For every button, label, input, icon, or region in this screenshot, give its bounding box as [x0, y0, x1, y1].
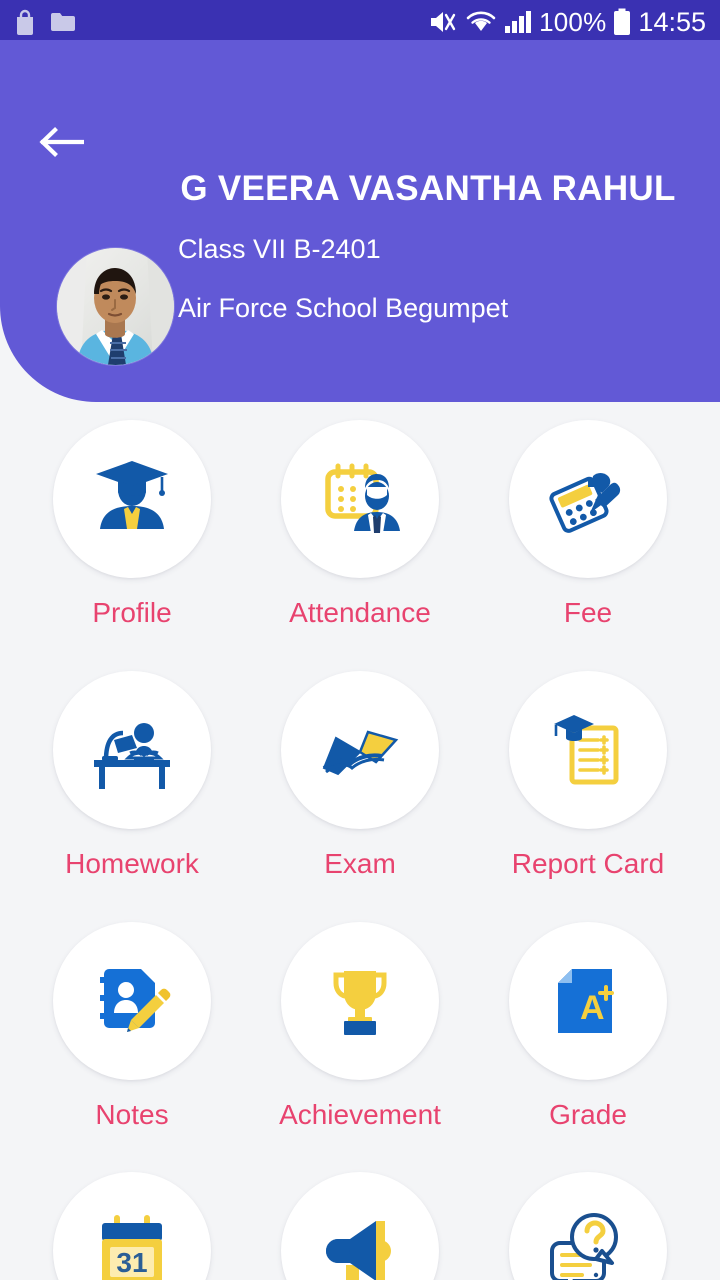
a-plus-document-icon: A: [558, 968, 614, 1033]
menu-item-announcement[interactable]: [246, 1172, 474, 1280]
mute-icon: [428, 8, 458, 36]
school-name: Air Force School Begumpet: [178, 292, 509, 323]
menu-icon-circle: [53, 420, 211, 578]
menu-icon-circle: [281, 1172, 439, 1280]
menu-icon-circle: [53, 921, 211, 1080]
chat-question-icon: [550, 1213, 618, 1280]
student-info: G VEERA VASANTHA RAHUL Class VII B-2401 …: [178, 168, 702, 324]
menu-icon-circle: [509, 670, 667, 829]
clock-label: 14:55: [638, 6, 706, 37]
menu-icon-circle: [509, 420, 667, 578]
battery-percent-label: 100%: [539, 6, 607, 37]
status-bar: 100% 14:55: [0, 0, 720, 44]
menu-item-fee[interactable]: Fee: [474, 420, 702, 629]
shopping-bag-icon: [14, 9, 36, 35]
study-desk-lamp-icon: [94, 722, 170, 789]
back-button[interactable]: [33, 118, 89, 170]
menu-label: Notes: [95, 1098, 169, 1130]
menu-icon-circle: [281, 921, 439, 1080]
menu-label: Attendance: [289, 597, 431, 628]
graduate-student-icon: [96, 461, 168, 529]
student-class: Class VII B-2401: [178, 234, 381, 265]
menu-grid: Profile Attendance Fee Homework Exam Rep…: [0, 420, 720, 1280]
report-document-cap-icon: [554, 714, 619, 785]
menu-label: Exam: [324, 847, 396, 879]
back-arrow-icon: [38, 125, 85, 164]
status-bar-left: [14, 9, 76, 35]
svg-text:31: 31: [116, 1247, 147, 1278]
menu-item-calendar[interactable]: 31: [18, 1172, 246, 1280]
menu-item-profile[interactable]: Profile: [18, 420, 246, 629]
calendar-person-icon: [325, 463, 400, 533]
menu-label: Grade: [549, 1098, 627, 1130]
student-photo: [57, 248, 174, 365]
battery-full-icon: [613, 8, 631, 36]
app-screen: 100% 14:55 G VEERA VASANTHA RAHUL Class …: [0, 0, 720, 1280]
menu-label: Fee: [563, 597, 613, 628]
status-bar-right: 100% 14:55: [428, 7, 706, 38]
profile-header: G VEERA VASANTHA RAHUL Class VII B-2401 …: [0, 40, 720, 402]
cellular-signal-icon: [504, 9, 532, 35]
menu-icon-circle: A: [509, 921, 667, 1080]
menu-label: Profile: [92, 597, 172, 628]
menu-icon-circle: 31: [53, 1172, 211, 1280]
menu-icon-circle: [281, 420, 439, 578]
calendar-31-icon: 31: [102, 1215, 162, 1280]
megaphone-icon: [326, 1221, 391, 1280]
menu-item-attendance[interactable]: Attendance: [246, 420, 474, 629]
avatar[interactable]: [57, 248, 174, 365]
menu-item-achievement[interactable]: Achievement: [246, 921, 474, 1131]
open-book-icon: [322, 730, 399, 775]
menu-icon-circle: [281, 670, 439, 829]
student-name: G VEERA VASANTHA RAHUL: [180, 169, 676, 208]
wifi-icon: [465, 9, 497, 35]
menu-item-grade[interactable]: A Grade: [474, 921, 702, 1131]
notebook-pencil-icon: [100, 968, 171, 1032]
menu-icon-circle: [53, 670, 211, 829]
menu-item-query[interactable]: [474, 1172, 702, 1280]
calculator-payment-icon: [549, 473, 621, 533]
menu-label: Achievement: [279, 1098, 441, 1130]
folder-icon: [50, 11, 76, 33]
trophy-icon: [333, 970, 387, 1035]
menu-item-exam[interactable]: Exam: [246, 670, 474, 880]
menu-label: Report Card: [511, 847, 665, 879]
menu-item-notes[interactable]: Notes: [18, 921, 246, 1131]
menu-item-report-card[interactable]: Report Card: [474, 670, 702, 880]
menu-icon-circle: [509, 1172, 667, 1280]
menu-item-homework[interactable]: Homework: [18, 670, 246, 880]
menu-label: Homework: [65, 847, 199, 879]
